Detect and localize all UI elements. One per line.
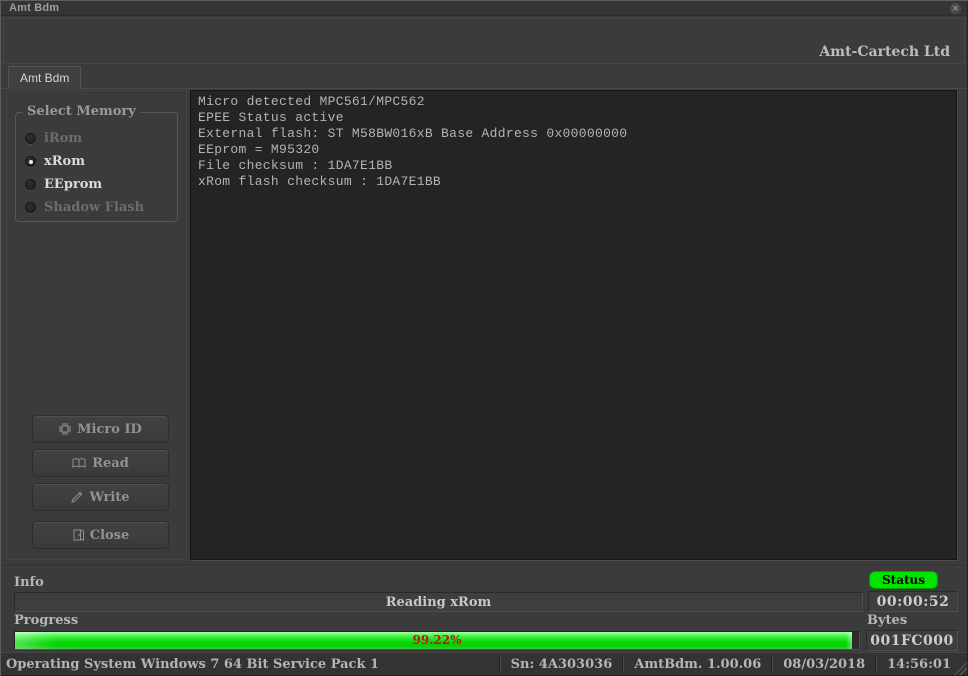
radio-irom-circle bbox=[25, 133, 36, 144]
write-icon bbox=[71, 491, 83, 503]
elapsed-time-box: 00:00:52 bbox=[868, 591, 958, 612]
read-label: Read bbox=[92, 456, 129, 471]
write-button[interactable]: Write bbox=[32, 483, 169, 511]
exit-icon bbox=[72, 529, 84, 541]
close-icon[interactable]: ✕ bbox=[950, 3, 961, 14]
close-label: Close bbox=[90, 528, 130, 543]
radio-xrom-label: xRom bbox=[44, 154, 85, 169]
radio-shadow-flash: Shadow Flash bbox=[25, 200, 144, 215]
micro-id-label: Micro ID bbox=[77, 422, 142, 437]
statusbar-date: 08/03/2018 bbox=[773, 657, 875, 672]
brand-label: Amt-Cartech Ltd bbox=[819, 44, 950, 60]
console-line: EPEE Status active bbox=[198, 110, 949, 126]
chip-icon bbox=[59, 423, 71, 435]
bytes-label: Bytes bbox=[867, 613, 907, 628]
radio-shadow-flash-circle bbox=[25, 202, 36, 213]
micro-id-button[interactable]: Micro ID bbox=[32, 415, 169, 443]
close-button[interactable]: Close bbox=[32, 521, 169, 549]
bytes-value: 001FC000 bbox=[870, 633, 954, 649]
status-bar: Operating System Windows 7 64 Bit Servic… bbox=[1, 652, 967, 675]
radio-shadow-flash-label: Shadow Flash bbox=[44, 200, 144, 215]
write-label: Write bbox=[89, 490, 129, 505]
window-title: Amt Bdm bbox=[9, 2, 59, 14]
info-message-box: Reading xRom bbox=[14, 592, 863, 612]
bytes-value-box: 001FC000 bbox=[866, 630, 958, 651]
elapsed-time: 00:00:52 bbox=[877, 594, 950, 610]
radio-eeprom-circle[interactable] bbox=[25, 179, 36, 190]
header-panel: Amt-Cartech Ltd bbox=[3, 18, 965, 64]
console-line: EEprom = M95320 bbox=[198, 142, 949, 158]
console-output: Micro detected MPC561/MPC562 EPEE Status… bbox=[190, 90, 957, 560]
radio-xrom-circle[interactable] bbox=[25, 156, 36, 167]
statusbar-serial: Sn: 4A303036 bbox=[501, 657, 623, 672]
left-panel: Select Memory iRom xRom EEprom Shadow Fl… bbox=[6, 90, 187, 560]
select-memory-legend: Select Memory bbox=[23, 104, 140, 119]
info-label: Info bbox=[14, 575, 44, 590]
progress-label: Progress bbox=[14, 613, 78, 628]
statusbar-os: Operating System Windows 7 64 Bit Servic… bbox=[1, 657, 499, 672]
read-button[interactable]: Read bbox=[32, 449, 169, 477]
console-line: xRom flash checksum : 1DA7E1BB bbox=[198, 174, 949, 190]
statusbar-version: AmtBdm. 1.00.06 bbox=[624, 657, 771, 672]
radio-irom-label: iRom bbox=[44, 131, 82, 146]
radio-eeprom-label: EEprom bbox=[44, 177, 102, 192]
progress-bar: 99.22% bbox=[14, 631, 860, 650]
console-line: Micro detected MPC561/MPC562 bbox=[198, 94, 949, 110]
console-line: File checksum : 1DA7E1BB bbox=[198, 158, 949, 174]
app-window: Amt Bdm ✕ Amt-Cartech Ltd Amt Bdm Select… bbox=[0, 0, 968, 676]
progress-percent: 99.22% bbox=[15, 633, 859, 647]
tab-amt-bdm[interactable]: Amt Bdm bbox=[8, 66, 81, 89]
select-memory-group: Select Memory iRom xRom EEprom Shadow Fl… bbox=[15, 112, 178, 222]
read-icon bbox=[72, 457, 86, 469]
info-message: Reading xRom bbox=[386, 595, 492, 610]
title-bar: Amt Bdm ✕ bbox=[1, 1, 967, 16]
section-divider bbox=[1, 565, 967, 567]
radio-eeprom[interactable]: EEprom bbox=[25, 177, 102, 192]
tab-strip-line bbox=[2, 88, 966, 89]
resize-grip-icon[interactable] bbox=[954, 662, 967, 675]
radio-irom: iRom bbox=[25, 131, 82, 146]
console-line: External flash: ST M58BW016xB Base Addre… bbox=[198, 126, 949, 142]
radio-xrom[interactable]: xRom bbox=[25, 154, 85, 169]
status-button[interactable]: Status bbox=[869, 571, 938, 589]
